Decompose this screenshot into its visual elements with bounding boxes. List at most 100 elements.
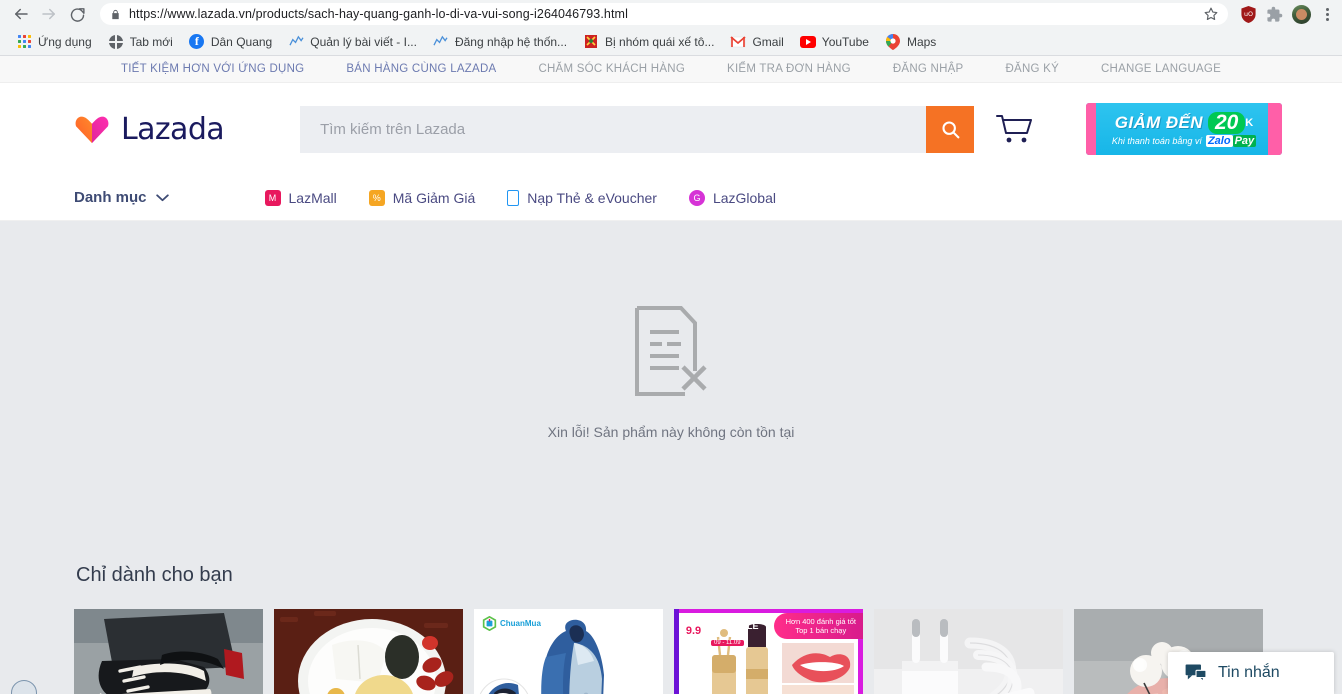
- address-bar[interactable]: https://www.lazada.vn/products/sach-hay-…: [100, 3, 1228, 25]
- bestseller-rank-text: Top 1 bán chạy: [795, 626, 847, 635]
- review-count-text: Hơn 400 đánh giá tốt: [785, 617, 856, 626]
- sale-brand: Lazada: [711, 613, 738, 622]
- chrome-menu-kebab-icon[interactable]: [1320, 7, 1334, 21]
- review-badge: Hơn 400 đánh giá tốt Top 1 bán chạy: [773, 613, 863, 639]
- sale-title: SIÊU SALE: [711, 621, 759, 632]
- category-dropdown[interactable]: Danh mục: [74, 189, 169, 206]
- topnav-item-sell-with-lazada[interactable]: BÁN HÀNG CÙNG LAZADA: [325, 63, 517, 75]
- search-bar: [300, 105, 974, 153]
- chat-widget-label: Tin nhắn: [1218, 664, 1280, 681]
- bookmark-dan-quang[interactable]: f Dân Quang: [181, 31, 280, 53]
- bookmark-label: Gmail: [752, 34, 784, 49]
- bookmark-label: Quản lý bài viết - I...: [310, 34, 417, 49]
- bookmark-maps[interactable]: Maps: [877, 31, 944, 53]
- product-card-charger[interactable]: [874, 609, 1063, 694]
- category-dropdown-label: Danh mục: [74, 189, 147, 206]
- zalopay-promo-banner[interactable]: GIẢM ĐẾN 20 K Khi thanh toán bằng ví Zal…: [1086, 103, 1282, 155]
- catnav-item-label: Mã Giảm Giá: [392, 189, 476, 206]
- chevron-down-icon: [155, 193, 169, 201]
- mobile-topup-icon: [507, 189, 520, 206]
- promo-pink-right: [1268, 103, 1282, 155]
- bookmark-label: Ứng dụng: [38, 34, 92, 49]
- back-button[interactable]: [8, 1, 34, 27]
- scroll-to-top-button[interactable]: [11, 680, 37, 694]
- chuanmua-brand-badge: ChuanMua: [482, 616, 541, 631]
- topnav-item-track-order[interactable]: KIỂM TRA ĐƠN HÀNG: [706, 63, 872, 75]
- red-site-icon: [583, 34, 599, 50]
- topnav-item-customer-care[interactable]: CHĂM SÓC KHÁCH HÀNG: [517, 63, 706, 75]
- google-maps-pin-icon: [885, 33, 901, 50]
- bookmark-quan-ly-bai-viet[interactable]: Quản lý bài viết - I...: [280, 31, 425, 53]
- chuanmua-brand-text: ChuanMua: [500, 619, 541, 628]
- bookmark-apps[interactable]: Ứng dụng: [8, 31, 100, 53]
- reload-icon: [70, 7, 85, 22]
- facebook-icon: f: [189, 34, 205, 50]
- zalopay-brand-part1: Zalo: [1205, 134, 1233, 147]
- product-card-raincoat[interactable]: ChuanMua: [474, 609, 663, 694]
- page-viewport: TIẾT KIỆM HƠN VỚI ỨNG DỤNG BÁN HÀNG CÙNG…: [0, 56, 1342, 694]
- for-you-section-title: Chỉ dành cho bạn: [76, 564, 233, 586]
- food-plate-image: [274, 609, 463, 694]
- bookmark-gmail[interactable]: Gmail: [722, 31, 791, 53]
- url-text: https://www.lazada.vn/products/sach-hay-…: [129, 7, 628, 21]
- catnav-item-lazglobal[interactable]: G LazGlobal: [688, 189, 776, 206]
- ublock-shield-icon[interactable]: uO: [1240, 5, 1257, 24]
- sale-badge-text: Lazada SIÊU SALE 09 - 11.09: [711, 613, 759, 649]
- promo-amount: 20: [1207, 111, 1246, 134]
- bookmark-bi-nhom-quai-xe[interactable]: Bị nhóm quái xế tô...: [575, 31, 722, 53]
- promo-subline: Khi thanh toán bằng ví Zalo Pay: [1112, 134, 1257, 147]
- profile-avatar-icon[interactable]: [1292, 4, 1311, 24]
- cart-button[interactable]: [996, 113, 1034, 145]
- empty-state: Xin lỗi! Sản phẩm này không còn tồn tại: [0, 221, 1342, 440]
- catnav-item-ma-giam-gia[interactable]: % Mã Giảm Giá: [368, 189, 476, 206]
- bookmark-youtube[interactable]: YouTube: [792, 31, 877, 53]
- topnav-item-app-savings[interactable]: TIẾT KIỆM HƠN VỚI ỨNG DỤNG: [100, 63, 325, 75]
- chat-widget[interactable]: Tin nhắn: [1168, 652, 1334, 694]
- recommended-products-row: ChuanMua 9.9 Lazada SIÊU SALE 09 - 11.09…: [74, 609, 1263, 694]
- svg-text:uO: uO: [1244, 9, 1253, 17]
- bookmark-label: Maps: [906, 34, 937, 49]
- bookmarks-bar: Ứng dụng Tab mới f Dân Quang Quản lý bài…: [0, 28, 1342, 56]
- bookmark-label: Tab mới: [129, 34, 173, 49]
- globe-icon: [108, 34, 124, 50]
- gmail-icon: [730, 34, 747, 50]
- catnav-item-label: Nạp Thẻ & eVoucher: [527, 189, 657, 206]
- lazmall-icon: M: [264, 189, 281, 206]
- search-button[interactable]: [926, 105, 974, 153]
- analytics-chart-icon: [288, 34, 304, 50]
- bookmark-label: Đăng nhập hệ thốn...: [454, 34, 568, 49]
- sale-date-number: 9.9: [680, 619, 707, 644]
- bookmark-dang-nhap-he-thong[interactable]: Đăng nhập hệ thốn...: [425, 31, 575, 53]
- topnav-item-register[interactable]: ĐĂNG KÝ: [984, 63, 1080, 75]
- forward-button[interactable]: [36, 1, 62, 27]
- promo-headline: GIẢM ĐẾN 20 K: [1115, 111, 1254, 134]
- zalopay-brand: Zalo Pay: [1205, 134, 1257, 147]
- catnav-item-label: LazGlobal: [712, 189, 776, 206]
- youtube-icon: [799, 34, 816, 50]
- apps-grid-icon: [16, 34, 32, 50]
- shopping-cart-icon: [996, 115, 1032, 143]
- bookmark-star-icon[interactable]: [1204, 7, 1218, 21]
- reload-button[interactable]: [64, 1, 90, 27]
- search-input[interactable]: [300, 105, 926, 153]
- product-card-food-plate[interactable]: [274, 609, 463, 694]
- product-card-sneakers[interactable]: [74, 609, 263, 694]
- bookmark-label: Bị nhóm quái xế tô...: [605, 34, 715, 49]
- catnav-item-lazmall[interactable]: M LazMall: [264, 189, 337, 206]
- top-utility-nav: TIẾT KIỆM HƠN VỚI ỨNG DỤNG BÁN HÀNG CÙNG…: [0, 56, 1342, 83]
- bookmark-new-tab[interactable]: Tab mới: [100, 31, 181, 53]
- product-card-lipstick[interactable]: 9.9 Lazada SIÊU SALE 09 - 11.09 Hơn 400 …: [674, 609, 863, 694]
- chuanmua-logo-icon: [482, 616, 497, 631]
- lazada-logo[interactable]: Lazada: [74, 112, 225, 147]
- bookmark-label: Dân Quang: [210, 34, 273, 49]
- sale-badge: 9.9 Lazada SIÊU SALE 09 - 11.09: [680, 613, 759, 649]
- search-magnifier-icon: [941, 120, 959, 138]
- chat-bubbles-icon: [1185, 663, 1207, 682]
- chrome-actions: uO: [1236, 4, 1334, 24]
- topnav-item-login[interactable]: ĐĂNG NHẬP: [872, 63, 985, 75]
- bookmark-label: YouTube: [821, 34, 869, 49]
- extensions-puzzle-icon[interactable]: [1266, 6, 1283, 23]
- catnav-item-nap-the-evoucher[interactable]: Nạp Thẻ & eVoucher: [507, 189, 657, 206]
- promo-amount-unit: K: [1245, 116, 1254, 129]
- topnav-item-change-language[interactable]: CHANGE LANGUAGE: [1080, 63, 1242, 75]
